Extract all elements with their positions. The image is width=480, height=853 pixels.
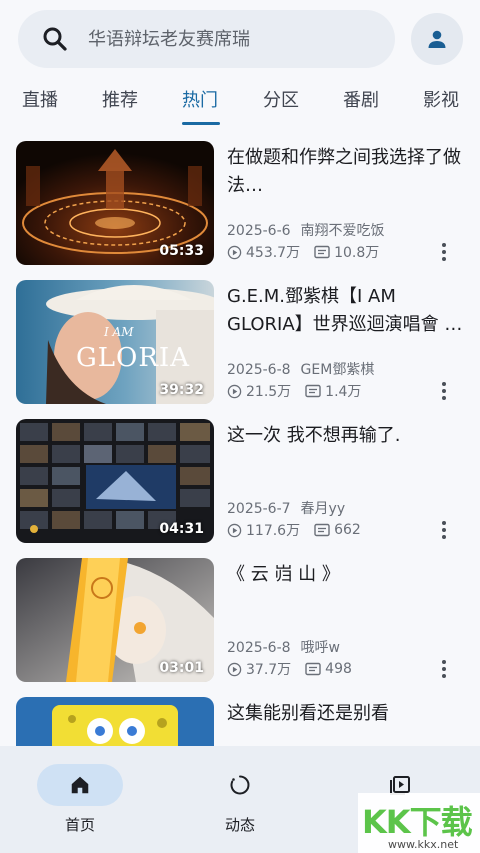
play-count: 117.6万	[246, 523, 301, 539]
tab-categories[interactable]: 分区	[263, 86, 299, 112]
nav-dynamic-pill[interactable]	[197, 764, 283, 806]
thumb-title-text: I AM	[103, 325, 134, 339]
video-thumbnail[interactable]: 05:33	[16, 141, 214, 265]
author-name[interactable]: 南翔不爱吃饭	[301, 223, 385, 239]
play-count-icon	[227, 662, 242, 676]
video-thumbnail[interactable]	[16, 697, 214, 746]
play-count-icon	[227, 523, 242, 537]
comment-count: 10.8万	[334, 245, 380, 261]
nav-home-label: 首页	[64, 816, 95, 834]
more-options-icon[interactable]	[434, 380, 454, 402]
account-button[interactable]	[411, 13, 463, 65]
video-card[interactable]: 03:01 《 云 岿 山 》 2025-6-8 哦呼w 37.7万 498	[0, 558, 480, 684]
play-count: 21.5万	[246, 384, 292, 400]
home-icon	[71, 776, 89, 794]
video-thumbnail[interactable]: I AM GLORIA 39:32	[16, 280, 214, 404]
video-card[interactable]: 05:33 在做题和作弊之间我选择了做法… 2025-6-6 南翔不爱吃饭 453…	[0, 141, 480, 267]
comment-count-icon	[305, 384, 321, 398]
comment-count: 1.4万	[325, 384, 362, 400]
tab-hot[interactable]: 热门	[182, 86, 218, 112]
nav-home-pill[interactable]	[37, 764, 123, 806]
comment-count: 662	[334, 522, 361, 538]
video-card[interactable]: I AM GLORIA 39:32 G.E.M.鄧紫棋【I AM GLORIA】…	[0, 280, 480, 406]
upload-date: 2025-6-8	[227, 362, 291, 378]
person-icon	[428, 30, 446, 48]
video-title[interactable]: 《 云 岿 山 》	[227, 561, 463, 589]
video-card[interactable]: 04:31 这一次 我不想再输了. 2025-6-7 春月yy 117.6万 66…	[0, 419, 480, 545]
video-duration: 03:01	[159, 660, 204, 676]
video-stats: 37.7万 498	[227, 659, 352, 679]
video-feed[interactable]: 05:33 在做题和作弊之间我选择了做法… 2025-6-6 南翔不爱吃饭 453…	[0, 140, 480, 746]
upload-date: 2025-6-8	[227, 640, 291, 656]
comment-count-icon	[314, 245, 330, 259]
video-duration: 39:32	[159, 382, 204, 398]
video-meta: 2025-6-7 春月yy	[227, 498, 345, 518]
top-bar	[0, 0, 480, 74]
more-options-icon[interactable]	[434, 519, 454, 541]
video-meta: 2025-6-8 GEM鄧紫棋	[227, 359, 374, 379]
video-title[interactable]: 在做题和作弊之间我选择了做法…	[227, 144, 463, 200]
tab-recommend[interactable]: 推荐	[102, 86, 138, 112]
author-name[interactable]: GEM鄧紫棋	[301, 362, 375, 378]
thumb-title-text: GLORIA	[76, 343, 190, 373]
comment-count-icon	[314, 523, 330, 537]
comment-count-icon	[305, 662, 321, 676]
video-title[interactable]: 这一次 我不想再输了.	[227, 422, 463, 450]
author-name[interactable]: 春月yy	[301, 501, 346, 517]
video-thumbnail[interactable]: 04:31	[16, 419, 214, 543]
search-icon[interactable]	[40, 24, 70, 54]
watermark: KK下载 www.kkx.net	[358, 793, 480, 853]
watermark-url: www.kkx.net	[388, 838, 459, 851]
nav-dynamic[interactable]: 动态	[190, 764, 290, 835]
play-count: 37.7万	[246, 662, 292, 678]
more-options-icon[interactable]	[434, 658, 454, 680]
nav-home[interactable]: 首页	[30, 764, 130, 835]
search-input[interactable]	[88, 28, 378, 50]
video-meta: 2025-6-6 南翔不爱吃饭	[227, 220, 385, 240]
tab-movies[interactable]: 影视	[423, 86, 459, 112]
video-duration: 04:31	[159, 521, 204, 537]
play-count-icon	[227, 245, 242, 259]
video-stats: 453.7万 10.8万	[227, 242, 379, 262]
watermark-logo: KK下载	[362, 803, 473, 841]
tab-live[interactable]: 直播	[22, 86, 58, 112]
search-bar[interactable]	[18, 10, 395, 68]
active-tab-indicator	[182, 122, 220, 125]
video-title[interactable]: 这集能别看还是别看	[227, 700, 463, 728]
play-count: 453.7万	[246, 245, 301, 261]
tab-anime[interactable]: 番剧	[343, 86, 379, 112]
video-stats: 117.6万 662	[227, 520, 361, 540]
video-meta: 2025-6-8 哦呼w	[227, 637, 340, 657]
upload-date: 2025-6-6	[227, 223, 291, 239]
author-name[interactable]: 哦呼w	[301, 640, 340, 656]
video-stats: 21.5万 1.4万	[227, 381, 361, 401]
more-options-icon[interactable]	[434, 241, 454, 263]
comment-count: 498	[325, 661, 352, 677]
nav-dynamic-label: 动态	[224, 816, 255, 834]
video-card[interactable]: 这集能别看还是别看	[0, 697, 480, 746]
video-thumbnail[interactable]: 03:01	[16, 558, 214, 682]
play-count-icon	[227, 384, 242, 398]
category-tabs: 直播 推荐 热门 分区 番剧 影视	[0, 80, 480, 126]
video-title[interactable]: G.E.M.鄧紫棋【I AM GLORIA】世界巡迴演唱會 …	[227, 283, 463, 339]
refresh-circle-icon	[230, 775, 250, 795]
video-duration: 05:33	[159, 243, 204, 259]
upload-date: 2025-6-7	[227, 501, 291, 517]
